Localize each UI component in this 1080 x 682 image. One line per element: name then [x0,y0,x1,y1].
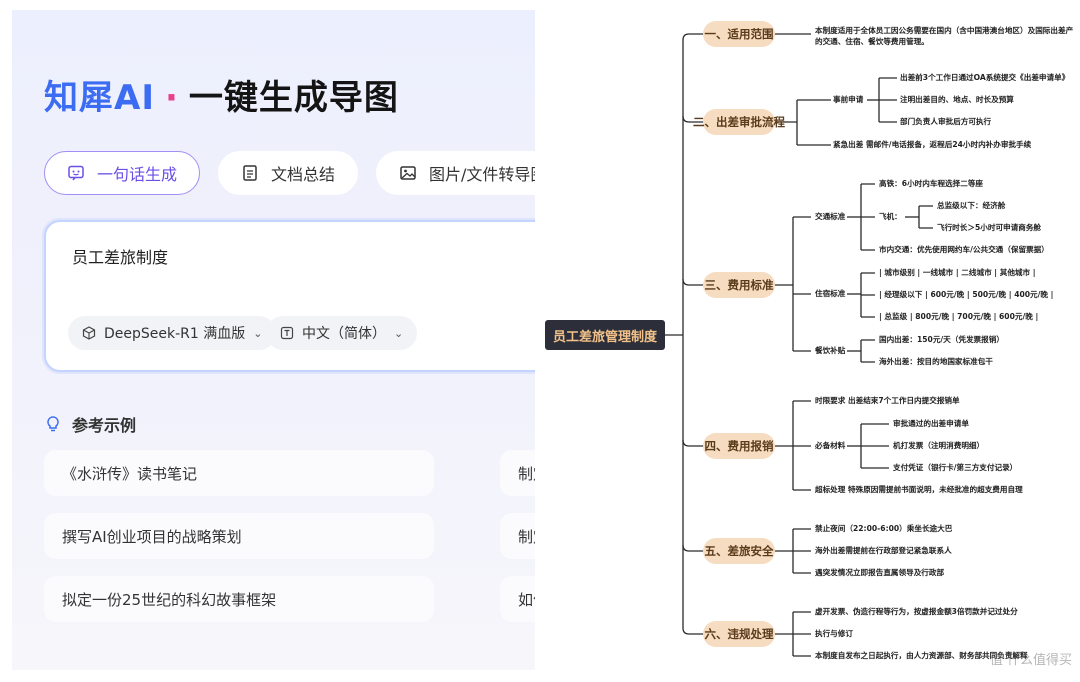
examples-heading: 参考示例 [44,412,136,436]
example-item[interactable]: 撰写AI创业项目的战略策划 [44,513,434,559]
mindmap-leaf: 海外出差：按目的地国家标准包干 [879,357,993,366]
screenshot-root: 知犀AI · 一键生成导图 一句话生成 文档总结 图片/文件转导图 员工差旅制度… [0,0,1080,682]
mindmap-leaf: 执行与修订 [815,629,853,638]
mindmap-leaf: 机打发票（注明消费明细） [893,441,985,450]
section-node[interactable]: 一、适用范围 [703,21,775,47]
generator-background: 知犀AI · 一键生成导图 一句话生成 文档总结 图片/文件转导图 员工差旅制度… [12,10,535,670]
mindmap-leaf: 海外出差需提前在行政部登记紧急联系人 [815,546,952,555]
mindmap-panel: 员工差旅管理制度 一、适用范围 二、出差审批流程 三、费用标准 四、费用报销 五… [535,0,1080,682]
mindmap-leaf: 市内交通：优先使用网约车/公共交通（保留票据） [879,245,1049,254]
chevron-down-icon: ⌄ [394,326,404,340]
chat-sparkle-icon [67,164,85,182]
example-item[interactable]: 制定 [500,450,535,496]
example-item[interactable]: 制定 [500,513,535,559]
mindmap-subnode: 必备材料 [815,441,846,450]
mindmap-leaf: 本制度适用于全体员工因公务需要在国内（含中国港澳台地区）及国际出差产 [815,26,1074,35]
mindmap-subnode: 住宿标准 [815,289,846,298]
mindmap-leaf: 紧急出差 需邮件/电话报备，返程后24小时内补办审批手续 [833,140,1032,149]
tab-document-summary[interactable]: 文档总结 [218,151,359,195]
prompt-input-card[interactable]: 员工差旅制度 DeepSeek-R1 满血版 ⌄ 中文（简体） ⌄ [44,220,535,372]
section-node[interactable]: 二、出差审批流程 [693,109,785,135]
model-select-label: DeepSeek-R1 满血版 [104,326,246,342]
mindmap-subnode: 餐饮补贴 [815,346,846,355]
mindmap-leaf: 禁止夜间（22:00-6:00）乘坐长途大巴 [815,524,953,533]
lightbulb-icon [44,415,62,433]
hero-slogan: 一键生成导图 [188,78,399,118]
mindmap-leaf: 国内出差：150元/天（凭发票报销） [879,335,1004,344]
prompt-input[interactable]: 员工差旅制度 [72,244,168,268]
tab-document-summary-label: 文档总结 [271,165,336,184]
mindmap-leaf: 出差前3个工作日通过OA系统提交《出差申请单》 [900,73,1070,82]
translate-icon [280,326,294,340]
mindmap-leaf: 遇突发情况立即报告直属领导及行政部 [815,568,945,577]
mindmap-leaf: | 经理级以下 | 600元/晚 | 500元/晚 | 400元/晚 | [879,290,1054,299]
tab-one-sentence[interactable]: 一句话生成 [44,151,201,195]
cube-icon [82,326,96,340]
examples-title: 参考示例 [72,416,137,435]
hero-title: 知犀AI · 一键生成导图 [44,70,399,119]
section-node[interactable]: 四、费用报销 [703,433,775,459]
mindmap-leaf: 飞机： [879,212,902,221]
mindmap-subnode: 事前申请 [833,95,864,104]
mindmap-leaf: | 城市级别 | 一线城市 | 二线城市 | 其他城市 | [879,268,1036,277]
chevron-down-icon: ⌄ [253,326,263,340]
mindmap-leaf: 飞行时长＞5小时可申请商务舱 [937,223,1042,232]
section-node[interactable]: 六、违规处理 [703,621,775,647]
mindmap-leaf: 时限要求 出差结束7个工作日内提交报销单 [815,396,960,405]
mindmap-leaf: 虚开发票、伪造行程等行为，按虚报金额3倍罚款并记过处分 [815,607,1018,616]
image-icon [399,164,417,182]
mindmap-leaf: 超标处理 特殊原因需提前书面说明，未经批准的超支费用自理 [815,485,1023,494]
mindmap-subnode: 交通标准 [815,212,846,221]
mindmap-leaf: 高铁：6小时内车程选择二等座 [879,179,984,188]
section-node[interactable]: 三、费用标准 [703,272,775,298]
watermark: 值 什么值得买 [989,653,1072,668]
tab-image-to-map-label: 图片/文件转导图 [429,165,535,184]
example-item[interactable]: 《水浒传》读书笔记 [44,450,434,496]
model-select[interactable]: DeepSeek-R1 满血版 ⌄ [68,316,277,350]
mode-tabs: 一句话生成 文档总结 图片/文件转导图 [44,151,535,195]
example-item[interactable]: 如何 [500,576,535,622]
document-icon [241,164,259,182]
mindmap-leaf: | 总监级 | 800元/晚 | 700元/晚 | 600元/晚 | [879,312,1039,321]
language-select[interactable]: 中文（简体） ⌄ [266,316,418,350]
mindmap-root-node[interactable]: 员工差旅管理制度 [545,320,665,350]
title-dot: · [164,78,179,118]
brand-name: 知犀AI [44,78,155,118]
tab-image-to-map[interactable]: 图片/文件转导图 [376,151,535,195]
mindmap-leaf: 总监级以下：经济舱 [937,201,1006,210]
mindmap-leaf: 支付凭证（银行卡/第三方支付记录） [893,463,1018,472]
mindmap-leaf: 注明出差目的、地点、时长及预算 [900,95,1014,104]
mindmap-leaf: 审批通过的出差申请单 [893,419,969,428]
mindmap-leaf: 部门负责人审批后方可执行 [900,117,992,126]
example-item[interactable]: 拟定一份25世纪的科幻故事框架 [44,576,434,622]
generator-panel: 知犀AI · 一键生成导图 一句话生成 文档总结 图片/文件转导图 员工差旅制度… [0,0,535,682]
language-select-label: 中文（简体） [302,326,386,342]
section-node[interactable]: 五、差旅安全 [703,538,775,564]
mindmap-leaf: 的交通、住宿、餐饮等费用管理。 [815,37,929,46]
tab-one-sentence-label: 一句话生成 [97,165,178,184]
